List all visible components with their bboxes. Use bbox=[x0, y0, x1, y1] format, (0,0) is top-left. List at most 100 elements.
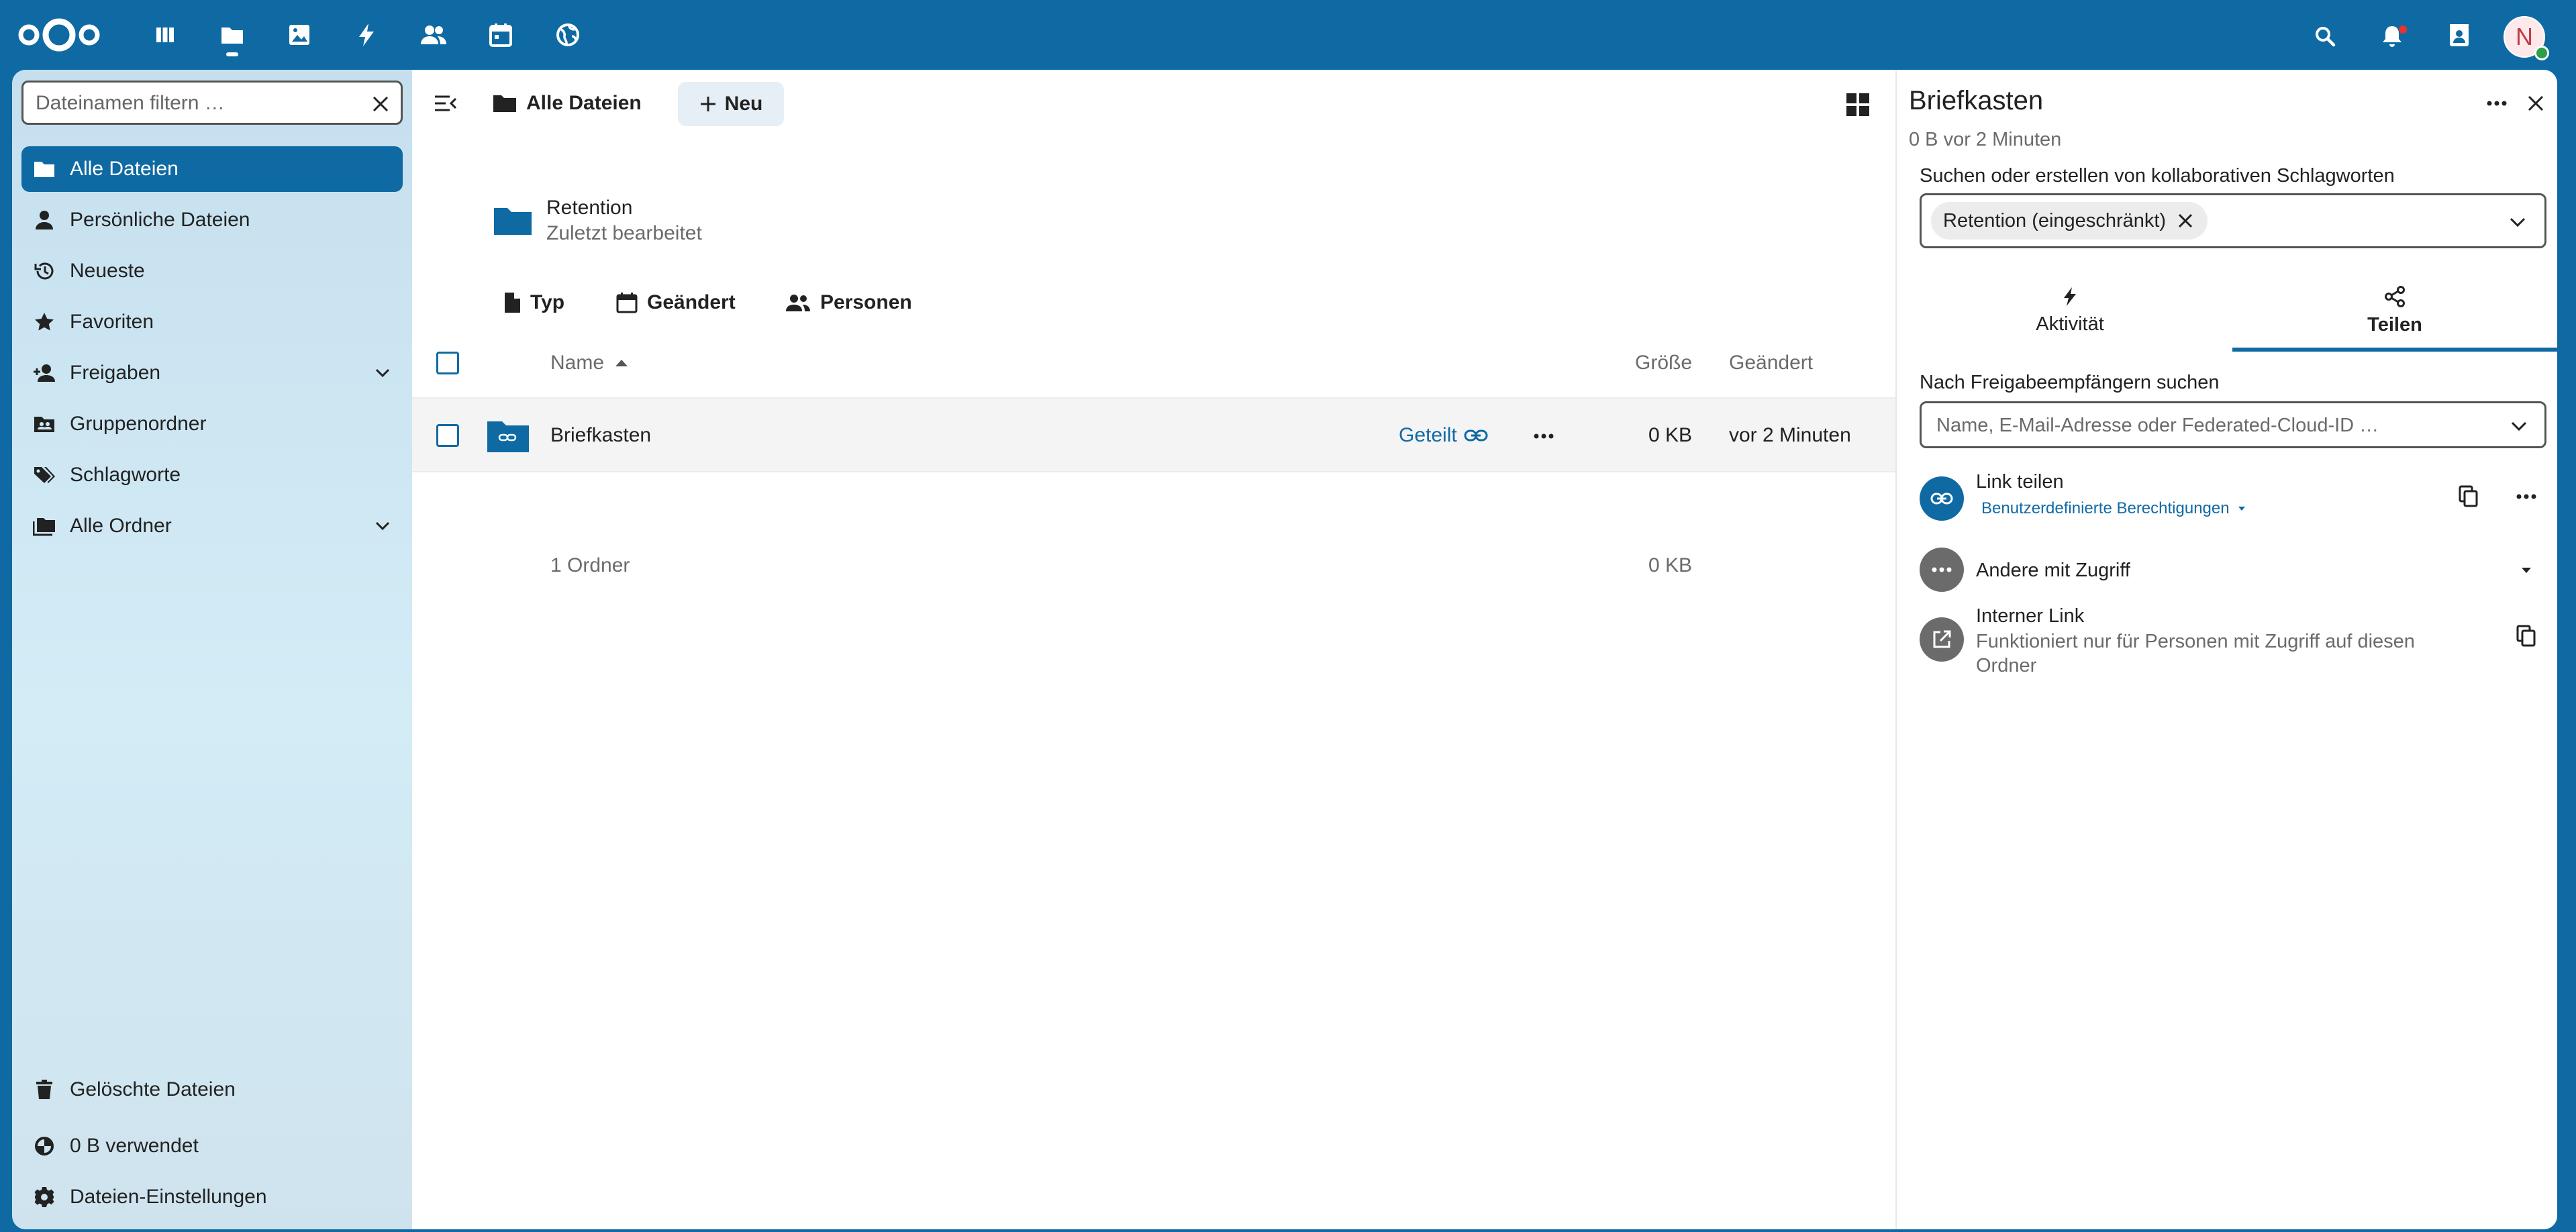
nav-item-all-folders[interactable]: Alle Ordner bbox=[21, 503, 403, 549]
filter-type-button[interactable]: Typ bbox=[495, 283, 573, 322]
contacts-icon[interactable] bbox=[419, 20, 448, 50]
nav-item-files-settings[interactable]: Dateien-Einstellungen bbox=[21, 1174, 403, 1220]
tab-activity[interactable]: Aktivität bbox=[1908, 271, 2232, 350]
share-person-icon bbox=[31, 360, 58, 387]
file-icon bbox=[503, 292, 521, 313]
left-navigation: Alle Dateien Persönliche Dateien Neueste… bbox=[12, 70, 412, 1229]
chevron-down-icon[interactable] bbox=[370, 361, 395, 385]
trash-icon bbox=[31, 1076, 58, 1103]
close-icon[interactable] bbox=[2518, 86, 2553, 121]
nav-item-personal-files[interactable]: Persönliche Dateien bbox=[21, 197, 403, 243]
nav-item-label: Freigaben bbox=[70, 362, 161, 384]
share-recipient-input[interactable] bbox=[1936, 413, 2487, 438]
gear-icon bbox=[31, 1184, 58, 1211]
top-bar: N bbox=[0, 0, 2576, 70]
row-actions-menu-icon[interactable] bbox=[1528, 420, 1560, 452]
files-icon[interactable] bbox=[217, 20, 247, 50]
nextcloud-logo-icon[interactable] bbox=[16, 15, 102, 55]
recent-file-card[interactable]: Retention Zuletzt bearbeitet bbox=[493, 184, 842, 258]
storage-quota[interactable]: 0 B verwendet bbox=[21, 1123, 403, 1169]
nav-item-group-folders[interactable]: Gruppenordner bbox=[21, 401, 403, 447]
link-share-title: Link teilen bbox=[1976, 471, 2064, 493]
shared-status-button[interactable]: Geteilt bbox=[1399, 419, 1488, 452]
filter-people-button[interactable]: Personen bbox=[777, 283, 920, 322]
table-row[interactable]: Briefkasten Geteilt 0 KB vor 2 Minuten bbox=[412, 397, 1895, 472]
activity-icon bbox=[2063, 287, 2077, 307]
filename-filter-input[interactable] bbox=[36, 91, 358, 116]
remove-tag-icon[interactable] bbox=[2175, 211, 2195, 231]
nav-item-label: Gelöschte Dateien bbox=[70, 1078, 236, 1100]
tab-sharing[interactable]: Teilen bbox=[2232, 271, 2557, 350]
grid-view-icon[interactable] bbox=[1842, 89, 1874, 121]
nav-item-favorites[interactable]: Favoriten bbox=[21, 299, 403, 345]
column-header-size[interactable]: Größe bbox=[1635, 352, 1692, 374]
search-icon[interactable] bbox=[2309, 20, 2341, 52]
nav-item-label: Alle Ordner bbox=[70, 515, 172, 537]
link-share-permissions-dropdown[interactable]: Benutzerdefinierte Berechtigungen bbox=[1981, 499, 2246, 518]
tab-sharing-label: Teilen bbox=[2367, 313, 2422, 336]
copy-internal-link-icon[interactable] bbox=[2510, 620, 2542, 652]
details-sidebar: Briefkasten 0 B vor 2 Minuten Suchen ode… bbox=[1895, 70, 2557, 1229]
filter-modified-button[interactable]: Geändert bbox=[608, 283, 744, 322]
link-icon bbox=[1464, 429, 1488, 442]
folders-icon bbox=[31, 513, 58, 540]
link-share-menu-icon[interactable] bbox=[2510, 480, 2542, 513]
row-checkbox[interactable] bbox=[436, 424, 459, 447]
active-tab-indicator bbox=[2232, 348, 2557, 352]
chevron-down-icon[interactable] bbox=[2507, 414, 2531, 438]
summary-size: 0 KB bbox=[1648, 554, 1693, 576]
activity-icon[interactable] bbox=[352, 20, 381, 50]
sort-ascending-icon bbox=[615, 359, 628, 367]
link-share-entry: Link teilen Benutzerdefinierte Berechtig… bbox=[1920, 471, 2546, 527]
internal-link-entry: Interner Link Funktioniert nur für Perso… bbox=[1920, 604, 2546, 684]
more-icon bbox=[1920, 548, 1964, 592]
nav-item-label: Gruppenordner bbox=[70, 413, 207, 435]
circles-icon[interactable] bbox=[553, 20, 583, 50]
tags-label: Suchen oder erstellen von kollaborativen… bbox=[1920, 165, 2395, 187]
filter-modified-label: Geändert bbox=[647, 291, 736, 313]
sidebar-more-icon[interactable] bbox=[2479, 86, 2514, 121]
nav-item-tags[interactable]: Schlagworte bbox=[21, 452, 403, 498]
tags-select[interactable]: Retention (eingeschränkt) bbox=[1920, 193, 2546, 248]
nav-item-label: Alle Dateien bbox=[70, 158, 179, 180]
share-search-label: Nach Freigabeempfängern suchen bbox=[1920, 372, 2220, 393]
nav-item-trash[interactable]: Gelöschte Dateien bbox=[21, 1067, 403, 1113]
breadcrumb-label: Alle Dateien bbox=[526, 92, 642, 114]
toggle-navigation-icon[interactable] bbox=[428, 86, 463, 121]
table-summary-row: 1 Ordner 0 KB bbox=[412, 540, 1895, 593]
filename-filter-field[interactable] bbox=[21, 81, 403, 125]
copy-link-icon[interactable] bbox=[2453, 480, 2485, 513]
caret-down-icon[interactable] bbox=[2510, 554, 2542, 586]
select-all-checkbox[interactable] bbox=[436, 352, 459, 374]
file-list-area: Alle Dateien Neu Retention Zuletzt bearb… bbox=[412, 70, 1895, 1229]
tag-icon bbox=[31, 462, 58, 489]
calendar-icon[interactable] bbox=[486, 20, 515, 50]
nav-item-shares[interactable]: Freigaben bbox=[21, 350, 403, 396]
contacts-menu-icon[interactable] bbox=[2443, 20, 2475, 52]
clear-filter-icon[interactable] bbox=[368, 92, 393, 116]
others-with-access-label: Andere mit Zugriff bbox=[1976, 560, 2130, 581]
column-header-modified[interactable]: Geändert bbox=[1729, 352, 1813, 374]
others-with-access-toggle[interactable]: Andere mit Zugriff bbox=[1920, 545, 2546, 596]
nav-item-label: Persönliche Dateien bbox=[70, 209, 250, 231]
chevron-down-icon[interactable] bbox=[370, 514, 395, 538]
nav-item-label: Favoriten bbox=[70, 311, 154, 333]
nav-item-recent[interactable]: Neueste bbox=[21, 248, 403, 294]
sort-by-name-button[interactable]: Name bbox=[550, 352, 628, 374]
breadcrumb-all-files[interactable]: Alle Dateien bbox=[493, 83, 642, 123]
filter-people-label: Personen bbox=[820, 291, 912, 313]
share-recipient-field[interactable] bbox=[1920, 401, 2546, 448]
file-modified: vor 2 Minuten bbox=[1729, 424, 1851, 446]
nav-item-all-files[interactable]: Alle Dateien bbox=[21, 146, 403, 192]
chevron-down-icon bbox=[2506, 210, 2530, 234]
notification-badge bbox=[2399, 25, 2407, 34]
dashboard-icon[interactable] bbox=[150, 20, 180, 50]
tab-activity-label: Aktivität bbox=[2036, 313, 2104, 335]
photos-icon[interactable] bbox=[285, 20, 314, 50]
shared-folder-icon bbox=[486, 417, 530, 454]
link-icon bbox=[1920, 476, 1964, 521]
file-name[interactable]: Briefkasten bbox=[550, 424, 651, 447]
calendar-icon bbox=[616, 292, 638, 313]
new-button[interactable]: Neu bbox=[678, 82, 784, 126]
external-link-icon bbox=[1920, 617, 1964, 662]
